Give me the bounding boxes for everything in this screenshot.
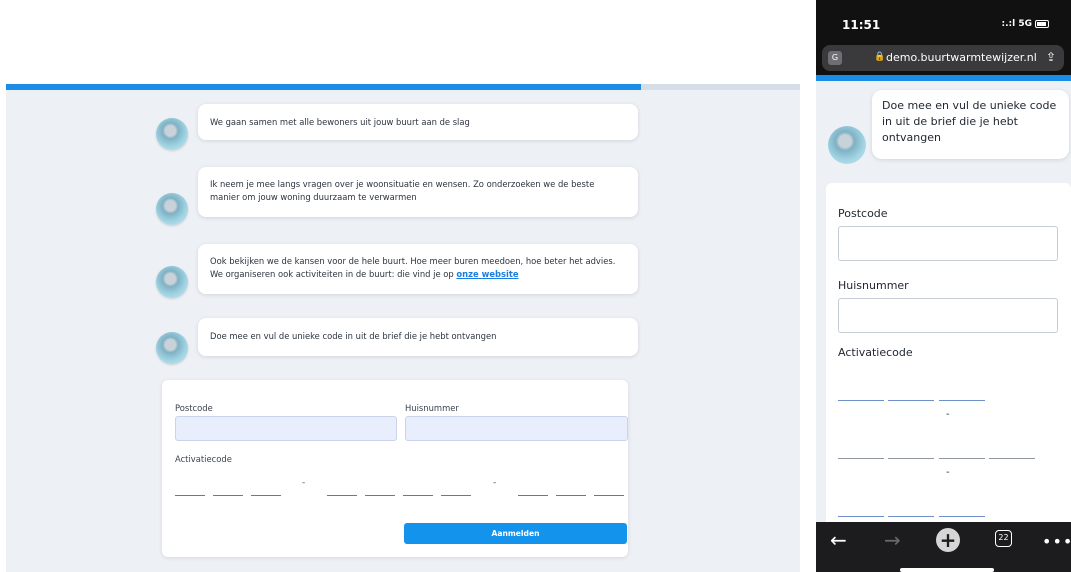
chat-text: We organiseren ook activiteiten in de bu…: [210, 269, 457, 279]
chat-text: Ook bekijken we de kansen voor de hele b…: [210, 256, 616, 266]
code-char-input[interactable]: [939, 458, 985, 459]
lock-icon: 🔒: [874, 52, 886, 62]
translate-icon[interactable]: G: [828, 51, 842, 65]
postcode-input[interactable]: [838, 226, 1058, 261]
desktop-view: We gaan samen met alle bewoners uit jouw…: [6, 84, 800, 572]
code-char-input[interactable]: [175, 495, 205, 496]
huisnummer-input[interactable]: [405, 416, 628, 441]
postcode-label: Postcode: [838, 207, 888, 220]
code-separator: -: [946, 467, 950, 478]
postcode-input[interactable]: [175, 416, 397, 441]
share-icon[interactable]: ⇪: [1046, 50, 1056, 64]
chat-bubble: Ook bekijken we de kansen voor de hele b…: [198, 244, 638, 294]
huisnummer-label: Huisnummer: [838, 279, 909, 292]
chat-text: Ik neem je mee langs vragen over je woon…: [210, 179, 595, 189]
aanmelden-button[interactable]: Aanmelden: [404, 523, 627, 544]
progress-fill: [816, 75, 1071, 81]
code-char-input[interactable]: [888, 516, 934, 517]
activatiecode-label: Activatiecode: [838, 346, 913, 359]
home-indicator: [900, 568, 994, 572]
battery-icon: [1035, 19, 1049, 28]
back-arrow-icon[interactable]: ←: [830, 530, 847, 550]
status-bar: 11:51 :.:l 5G: [816, 0, 1071, 42]
chat-text: We gaan samen met alle bewoners uit jouw…: [210, 117, 470, 127]
code-char-input[interactable]: [327, 495, 357, 496]
browser-url-bar: G 🔒 demo.buurtwarmtewijzer.nl ⇪: [816, 42, 1071, 75]
code-char-input[interactable]: [213, 495, 243, 496]
code-char-input[interactable]: [838, 516, 884, 517]
more-menu-icon[interactable]: •••: [1042, 532, 1071, 552]
code-separator: -: [302, 478, 306, 488]
new-tab-icon[interactable]: +: [936, 528, 960, 552]
chat-text: Doe mee en vul de unieke code in uit de …: [210, 331, 497, 341]
code-char-input[interactable]: [594, 495, 624, 496]
avatar: [156, 266, 188, 298]
avatar: [156, 118, 188, 150]
registration-form: Postcode Huisnummer Activatiecode - - Aa…: [162, 380, 628, 557]
chat-text: manier om jouw woning duurzaam te verwar…: [210, 192, 417, 202]
huisnummer-input[interactable]: [838, 298, 1058, 333]
code-separator: -: [946, 409, 950, 420]
avatar: [156, 332, 188, 364]
signal-indicator: :.:l 5G: [1001, 19, 1049, 29]
progress-bar: [816, 75, 1071, 81]
registration-form: Postcode Huisnummer Activatiecode - -: [826, 183, 1071, 543]
avatar: [156, 193, 188, 225]
tab-count-button[interactable]: 22: [995, 530, 1012, 547]
huisnummer-label: Huisnummer: [405, 403, 459, 413]
code-char-input[interactable]: [403, 495, 433, 496]
signal-icon: :.:l: [1001, 19, 1019, 29]
website-link[interactable]: onze website: [456, 269, 518, 279]
code-char-input[interactable]: [441, 495, 471, 496]
activatiecode-label: Activatiecode: [175, 454, 232, 464]
screenshot-root: We gaan samen met alle bewoners uit jouw…: [0, 0, 1071, 572]
chat-bubble: Doe mee en vul de unieke code in uit de …: [872, 90, 1069, 159]
browser-toolbar: ← → + 22 •••: [816, 522, 1071, 572]
code-char-input[interactable]: [838, 458, 884, 459]
code-char-input[interactable]: [989, 458, 1035, 459]
code-char-input[interactable]: [888, 458, 934, 459]
phone-view: 11:51 :.:l 5G G 🔒 demo.buurtwarmtewijzer…: [816, 0, 1071, 572]
avatar: [828, 126, 866, 164]
network-type: 5G: [1018, 19, 1032, 29]
address-field[interactable]: G 🔒 demo.buurtwarmtewijzer.nl ⇪: [822, 45, 1064, 71]
url-text: demo.buurtwarmtewijzer.nl: [886, 51, 1037, 64]
code-char-input[interactable]: [939, 516, 985, 517]
code-char-input[interactable]: [939, 400, 985, 401]
progress-bar: [6, 84, 800, 90]
progress-fill: [6, 84, 642, 90]
chat-bubble: We gaan samen met alle bewoners uit jouw…: [198, 104, 638, 140]
chat-bubble: Ik neem je mee langs vragen over je woon…: [198, 167, 638, 217]
status-time: 11:51: [842, 18, 881, 32]
code-char-input[interactable]: [365, 495, 395, 496]
forward-arrow-icon[interactable]: →: [884, 530, 901, 550]
code-char-input[interactable]: [251, 495, 281, 496]
chat-bubble: Doe mee en vul de unieke code in uit de …: [198, 318, 638, 356]
code-char-input[interactable]: [518, 495, 548, 496]
code-char-input[interactable]: [838, 400, 884, 401]
code-separator: -: [493, 478, 497, 488]
code-char-input[interactable]: [556, 495, 586, 496]
chat-text: Doe mee en vul de unieke code in uit de …: [882, 99, 1057, 144]
code-char-input[interactable]: [888, 400, 934, 401]
postcode-label: Postcode: [175, 403, 213, 413]
